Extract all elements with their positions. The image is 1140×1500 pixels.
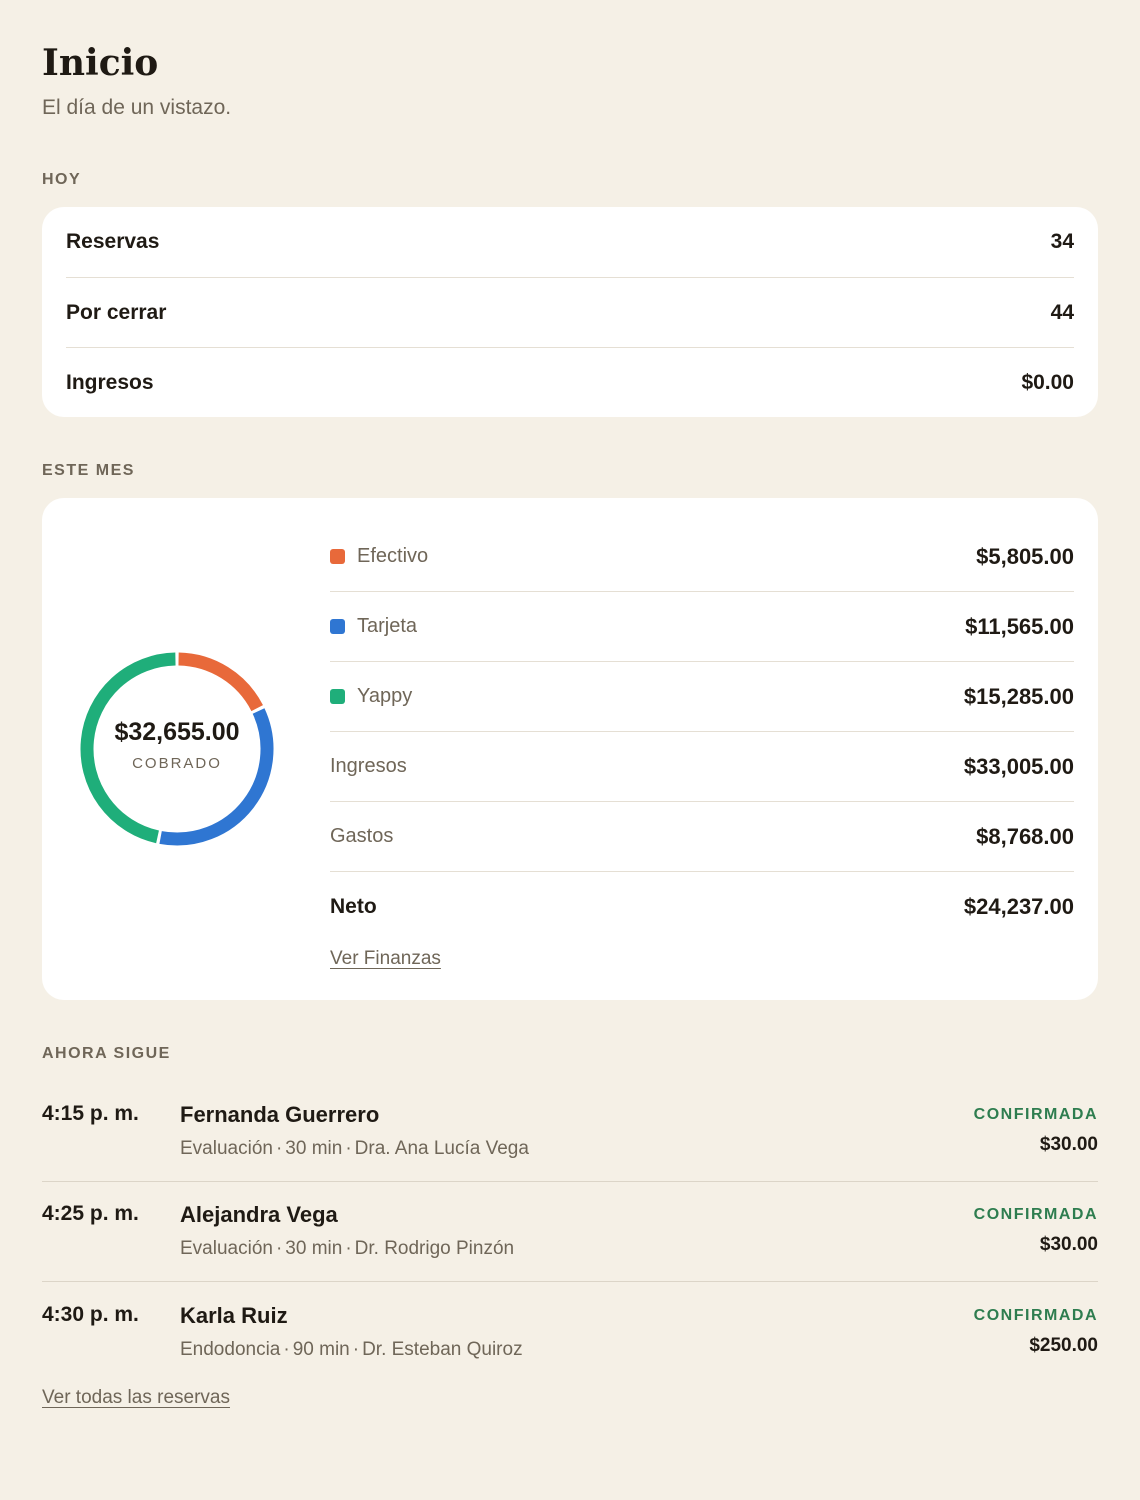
status-badge: CONFIRMADA — [973, 1106, 1098, 1123]
finance-row-expenses: Gastos $8,768.00 — [330, 802, 1074, 872]
appointment-duration: 90 min — [292, 1339, 350, 1360]
appointment-row[interactable]: 4:15 p. m. Fernanda Guerrero Evaluación ·… — [42, 1082, 1098, 1182]
finance-row-yappy: Yappy $15,285.00 — [330, 662, 1074, 732]
appointment-client: Alejandra Vega — [180, 1202, 338, 1227]
today-row-label: Reservas — [66, 230, 160, 253]
appointment-provider: Dr. Rodrigo Pinzón — [354, 1238, 515, 1259]
page-subtitle: El día de un vistazo. — [42, 96, 232, 119]
status-badge: CONFIRMADA — [973, 1206, 1098, 1223]
appointment-client: Fernanda Guerrero — [180, 1102, 380, 1127]
appointment-duration: 30 min — [285, 1238, 343, 1259]
finance-label: Tarjeta — [357, 615, 418, 637]
today-card: Reservas 34 Por cerrar 44 Ingresos $0.00 — [42, 207, 1098, 417]
finance-value: $5,805.00 — [976, 543, 1074, 569]
appointment-client: Karla Ruiz — [180, 1303, 288, 1328]
appointment-service: Evaluación — [180, 1138, 273, 1159]
finance-label: Efectivo — [357, 545, 429, 567]
finance-row-net: Neto $24,237.00 — [330, 872, 1074, 942]
today-row-label: Ingresos — [66, 371, 154, 394]
collected-caption: COBRADO — [132, 755, 222, 772]
appointment-price: $30.00 — [1039, 1234, 1098, 1255]
appointment-service: Endodoncia — [180, 1339, 281, 1360]
finance-label: Ingresos — [330, 755, 407, 777]
finance-value: $11,565.00 — [965, 613, 1074, 639]
finance-value: $8,768.00 — [976, 823, 1074, 849]
finance-row-label: Efectivo — [330, 545, 428, 568]
appointment-time: 4:30 p. m. — [42, 1303, 139, 1326]
card-legend-swatch — [330, 619, 345, 634]
collected-amount: $32,655.00 — [114, 718, 240, 746]
appointment-service: Evaluación — [180, 1238, 273, 1259]
finance-list: Efectivo $5,805.00 Tarjeta $11,565.00 Ya… — [330, 522, 1074, 942]
appointment-row[interactable]: 4:25 p. m. Alejandra Vega Evaluación · 30 … — [42, 1182, 1098, 1282]
today-row-value: $0.00 — [1021, 371, 1074, 394]
appointment-price: $30.00 — [1039, 1134, 1098, 1155]
finance-row-income: Ingresos $33,005.00 — [330, 732, 1074, 802]
page-title: Inicio — [42, 42, 159, 84]
today-row-value: 44 — [1050, 301, 1074, 324]
appointment-row[interactable]: 4:30 p. m. Karla Ruiz Endodoncia · 90 min ·… — [42, 1283, 1098, 1383]
appointment-details: Endodoncia · 90 min · Dr. Esteban Quiroz — [180, 1339, 523, 1360]
finance-row-cash: Efectivo $5,805.00 — [330, 522, 1074, 592]
appointment-provider: Dr. Esteban Quiroz — [362, 1339, 523, 1360]
appointment-time: 4:15 p. m. — [42, 1102, 139, 1125]
today-row-pending: Por cerrar 44 — [66, 277, 1074, 348]
yappy-legend-swatch — [330, 689, 345, 704]
appointment-time: 4:25 p. m. — [42, 1202, 139, 1225]
today-row-income: Ingresos $0.00 — [66, 347, 1074, 418]
finance-label: Neto — [330, 895, 377, 918]
finance-value: $15,285.00 — [963, 683, 1074, 709]
appointment-provider: Dra. Ana Lucía Vega — [354, 1138, 529, 1159]
view-finances-link[interactable]: Ver Finanzas — [330, 948, 441, 970]
finance-value: $33,005.00 — [963, 753, 1074, 779]
cash-legend-swatch — [330, 549, 345, 564]
collected-donut-chart: $32,655.00 COBRADO — [78, 650, 276, 848]
donut-center: $32,655.00 COBRADO — [78, 650, 276, 848]
appointment-details: Evaluación · 30 min · Dra. Ana Lucía Vega — [180, 1138, 529, 1159]
finance-label: Gastos — [330, 825, 394, 847]
appointment-price: $250.00 — [1029, 1335, 1098, 1356]
today-row-label: Por cerrar — [66, 301, 167, 324]
view-all-reservations-link[interactable]: Ver todas las reservas — [42, 1387, 230, 1409]
appointment-details: Evaluación · 30 min · Dr. Rodrigo Pinzón — [180, 1238, 515, 1259]
section-label-upcoming: AHORA SIGUE — [42, 1045, 171, 1062]
finance-row-label: Yappy — [330, 685, 412, 708]
section-label-today: HOY — [42, 171, 82, 188]
finance-row-card: Tarjeta $11,565.00 — [330, 592, 1074, 662]
today-row-reservations: Reservas 34 — [66, 207, 1074, 277]
finance-row-label: Tarjeta — [330, 615, 417, 638]
today-row-value: 34 — [1050, 230, 1074, 253]
section-label-month: ESTE MES — [42, 462, 135, 479]
finance-value: $24,237.00 — [963, 894, 1074, 919]
finance-label: Yappy — [357, 685, 413, 707]
appointment-duration: 30 min — [285, 1138, 343, 1159]
month-card: $32,655.00 COBRADO Efectivo $5,805.00 Ta… — [42, 498, 1098, 1000]
status-badge: CONFIRMADA — [973, 1307, 1098, 1324]
